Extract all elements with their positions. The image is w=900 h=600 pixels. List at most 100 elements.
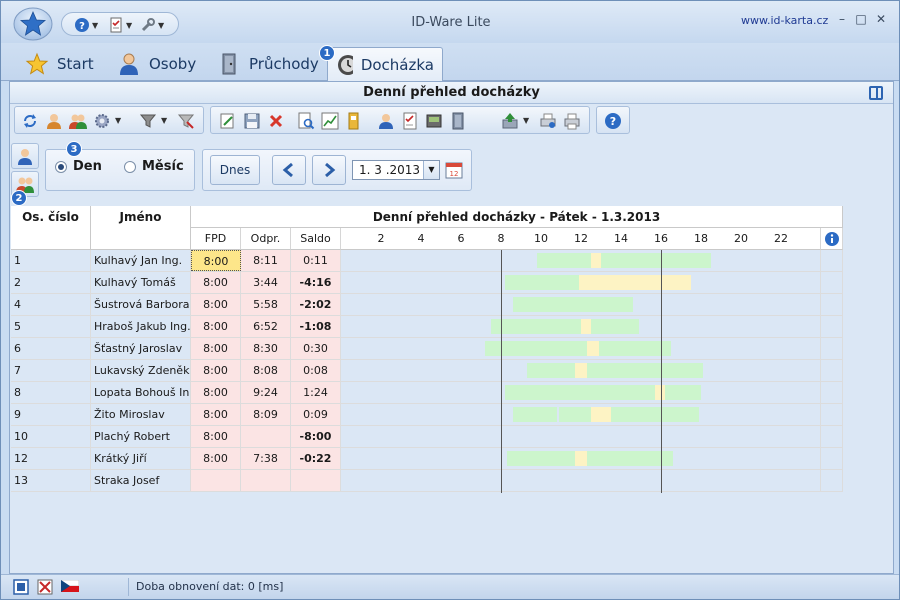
work-interval-bar[interactable] [513,297,633,312]
save-icon[interactable] [243,112,261,130]
balance-cell[interactable]: 0:11 [291,250,341,271]
balance-cell[interactable]: 0:09 [291,404,341,425]
break-interval-bar[interactable] [591,407,611,422]
chevron-down-icon[interactable]: ▼ [423,161,439,179]
fpd-cell[interactable]: 8:00 [191,316,241,337]
table-row[interactable]: 5 Hraboš Jakub Ing. 8:00 6:52 -1:08 [11,316,843,338]
table-row[interactable]: 2 Kulhavý Tomáš 8:00 3:44 -4:16 [11,272,843,294]
chevron-down-icon[interactable]: ▼ [161,116,167,125]
fpd-cell[interactable] [191,470,241,491]
import-icon[interactable] [501,112,519,130]
employee-name-cell[interactable]: Kulhavý Tomáš [91,272,191,293]
column-header-odpr[interactable]: Odpr. [241,228,291,250]
tools-quick-button[interactable]: ▼ [140,16,164,34]
filter-clear-icon[interactable] [177,112,195,130]
employee-id-cell[interactable]: 4 [11,294,91,315]
refresh-icon[interactable] [21,112,39,130]
website-link[interactable]: www.id-karta.cz [741,14,828,27]
fpd-cell[interactable]: 8:00 [191,382,241,403]
column-header-fpd[interactable]: FPD [191,228,241,250]
employee-id-cell[interactable]: 6 [11,338,91,359]
work-interval-bar[interactable] [611,407,699,422]
work-interval-bar[interactable] [591,319,639,334]
worked-time-cell[interactable]: 8:11 [241,250,291,271]
work-interval-bar[interactable] [513,407,557,422]
chevron-down-icon[interactable]: ▼ [523,116,529,125]
employee-name-cell[interactable]: Krátký Jiří [91,448,191,469]
chart-icon[interactable] [321,112,339,130]
employee-name-cell[interactable]: Lopata Bohouš Ing. [91,382,191,403]
maximize-button[interactable]: □ [854,12,868,26]
radio-day[interactable]: Den [55,159,102,174]
employee-id-cell[interactable]: 13 [11,470,91,491]
layout-toggle-icon[interactable] [869,86,883,100]
next-day-button[interactable] [312,155,346,185]
worked-time-cell[interactable]: 9:24 [241,382,291,403]
break-interval-bar[interactable] [575,451,587,466]
people-icon[interactable] [69,112,87,130]
person-refresh-icon[interactable] [45,112,63,130]
fpd-cell[interactable]: 8:00 [191,294,241,315]
employee-id-cell[interactable]: 2 [11,272,91,293]
work-interval-bar[interactable] [537,253,591,268]
employee-id-cell[interactable]: 9 [11,404,91,425]
radio-month-indicator[interactable] [124,160,136,173]
table-row[interactable]: 13 Straka Josef [11,470,843,492]
break-interval-bar[interactable] [591,253,601,268]
work-interval-bar[interactable] [505,385,655,400]
employee-id-cell[interactable]: 12 [11,448,91,469]
fpd-cell[interactable]: 8:00 [191,272,241,293]
work-interval-bar[interactable] [505,275,579,290]
date-picker[interactable]: 1. 3 .2013 ▼ [352,160,440,180]
table-row[interactable]: 8 Lopata Bohouš Ing. 8:00 9:24 1:24 [11,382,843,404]
worked-time-cell[interactable]: 8:09 [241,404,291,425]
employee-name-cell[interactable]: Lukavský Zdeněk [91,360,191,381]
table-row[interactable]: 1 Kulhavý Jan Ing. 8:00 8:11 0:11 [11,250,843,272]
table-row[interactable]: 10 Plachý Robert 8:00 -8:00 [11,426,843,448]
balance-cell[interactable]: -1:08 [291,316,341,337]
break-interval-bar[interactable] [579,275,691,290]
balance-cell[interactable]: 0:08 [291,360,341,381]
work-interval-bar[interactable] [485,341,573,356]
help-quick-button[interactable]: ? ▼ [74,16,98,34]
table-row[interactable]: 12 Krátký Jiří 8:00 7:38 -0:22 [11,448,843,470]
balance-cell[interactable]: -2:02 [291,294,341,315]
employee-name-cell[interactable]: Plachý Robert [91,426,191,447]
print-icon[interactable] [563,112,581,130]
table-row[interactable]: 6 Šťastný Jaroslav 8:00 8:30 0:30 [11,338,843,360]
employee-name-cell[interactable]: Hraboš Jakub Ing. [91,316,191,337]
radio-day-indicator[interactable] [55,160,67,173]
minimize-button[interactable]: – [835,12,849,26]
today-button[interactable]: Dnes [210,155,260,185]
grid-close-icon[interactable] [37,579,53,595]
worked-time-cell[interactable]: 5:58 [241,294,291,315]
worked-time-cell[interactable]: 3:44 [241,272,291,293]
czech-flag-icon[interactable] [61,580,79,592]
door-icon[interactable] [449,112,467,130]
print-preview-icon[interactable] [297,112,315,130]
break-interval-bar[interactable] [581,319,591,334]
employee-name-cell[interactable]: Kulhavý Jan Ing. [91,250,191,271]
layout-icon[interactable] [13,579,29,595]
employee-id-cell[interactable]: 5 [11,316,91,337]
balance-cell[interactable]: -0:22 [291,448,341,469]
help-icon[interactable]: ? [604,112,622,130]
terminal-icon[interactable] [425,112,443,130]
tab-pruchody[interactable]: Průchody [209,47,327,81]
employee-id-cell[interactable]: 10 [11,426,91,447]
work-interval-bar[interactable] [587,363,703,378]
table-row[interactable]: 9 Žito Miroslav 8:00 8:09 0:09 [11,404,843,426]
edit-icon[interactable] [219,112,237,130]
employee-id-cell[interactable]: 1 [11,250,91,271]
fpd-cell[interactable]: 8:00 [191,448,241,469]
work-interval-bar[interactable] [601,253,711,268]
worked-time-cell[interactable] [241,470,291,491]
worked-time-cell[interactable] [241,426,291,447]
app-menu-star-icon[interactable] [13,7,53,41]
calendar-icon[interactable]: 12 [445,161,463,179]
fpd-cell[interactable]: 8:00 [191,360,241,381]
work-interval-bar[interactable] [573,341,587,356]
print-setup-icon[interactable] [539,112,557,130]
vtab-person[interactable] [11,143,39,169]
work-interval-bar[interactable] [491,319,581,334]
